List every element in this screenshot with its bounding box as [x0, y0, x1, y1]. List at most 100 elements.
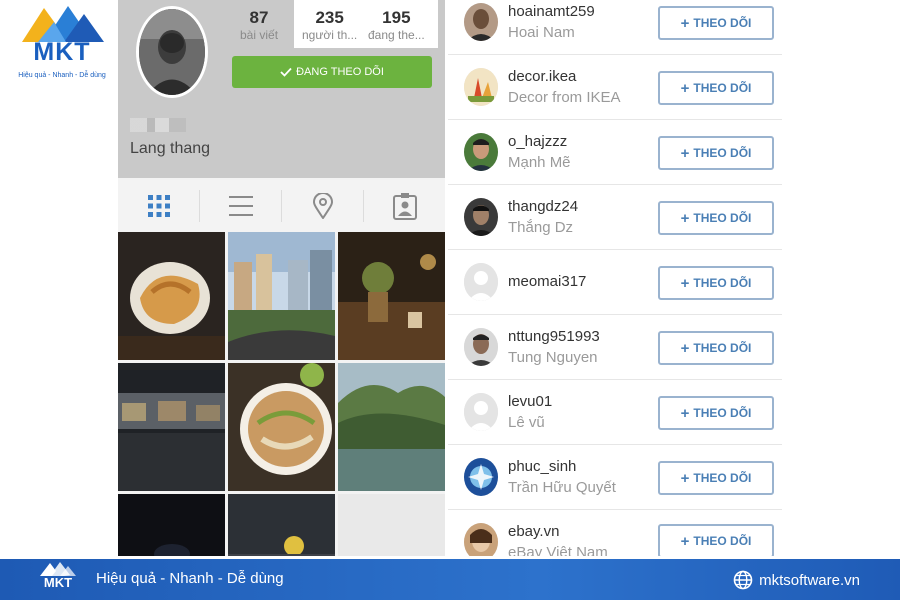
follow-button-label: THEO DÕI [693, 16, 752, 30]
footer-banner: MKT Hiệu quả - Nhanh - Dễ dùng mktsoftwa… [0, 559, 900, 600]
follow-button-label: THEO DÕI [693, 211, 752, 225]
list-item[interactable]: phuc_sinh Trần Hữu Quyết + THEO DÕI [448, 445, 782, 510]
follow-button-label: THEO DÕI [693, 471, 752, 485]
photo-tile[interactable] [338, 232, 445, 360]
username[interactable]: nttung951993 [508, 328, 600, 345]
list-icon [228, 196, 253, 216]
following-label: đang the... [368, 28, 425, 42]
follow-button[interactable]: + THEO DÕI [658, 201, 774, 235]
follow-button[interactable]: + THEO DÕI [658, 331, 774, 365]
user-avatar[interactable] [464, 133, 498, 171]
following-button-label: ĐANG THEO DÕI [296, 66, 384, 78]
photo-grid [118, 232, 445, 556]
photo-tile[interactable] [338, 363, 445, 491]
plus-icon: + [680, 209, 690, 227]
tab-grid[interactable] [118, 190, 200, 222]
tab-tagged[interactable] [364, 190, 445, 222]
list-item[interactable]: thangdz24 Thắng Dz + THEO DÕI [448, 185, 782, 250]
list-item[interactable]: o_hajzzz Mạnh Mẽ + THEO DÕI [448, 120, 782, 185]
user-avatar[interactable] [464, 523, 498, 556]
username[interactable]: thangdz24 [508, 198, 578, 215]
photo-tile[interactable] [228, 232, 335, 360]
following-button[interactable]: ĐANG THEO DÕI [232, 56, 432, 88]
followers-stat[interactable]: 235 người th... [302, 8, 357, 42]
username[interactable]: meomai317 [508, 273, 586, 290]
plus-icon: + [680, 469, 690, 487]
photo-tile[interactable] [118, 232, 225, 360]
plus-icon: + [680, 339, 690, 357]
list-item[interactable]: hoainamt259 Hoai Nam + THEO DÕI [448, 0, 782, 55]
photo-tile[interactable] [118, 494, 225, 556]
follow-button[interactable]: + THEO DÕI [658, 6, 774, 40]
followers-label: người th... [302, 28, 358, 42]
follow-button-label: THEO DÕI [693, 341, 752, 355]
profile-photo [139, 9, 205, 95]
profile-tab-bar [118, 182, 445, 230]
follow-button[interactable]: + THEO DÕI [658, 461, 774, 495]
list-item[interactable]: levu01 Lê vũ + THEO DÕI [448, 380, 782, 445]
website-link[interactable]: mktsoftware.vn [733, 570, 860, 590]
user-avatar[interactable] [464, 458, 498, 496]
full-name: Hoai Nam [508, 24, 575, 41]
list-item[interactable]: nttung951993 Tung Nguyen + THEO DÕI [448, 315, 782, 380]
profile-screen: 87 bài viết 235 người th... 195 đang the… [118, 0, 445, 556]
username[interactable]: hoainamt259 [508, 3, 595, 20]
posts-label: bài viết [240, 28, 279, 42]
banner-logo: MKT [38, 561, 78, 599]
photo-tile[interactable] [228, 363, 335, 491]
user-avatar[interactable] [464, 68, 498, 106]
tab-list[interactable] [200, 190, 282, 222]
username[interactable]: decor.ikea [508, 68, 576, 85]
plus-icon: + [680, 79, 690, 97]
username[interactable]: phuc_sinh [508, 458, 576, 475]
follow-button[interactable]: + THEO DÕI [658, 524, 774, 556]
plus-icon: + [680, 144, 690, 162]
plus-icon: + [680, 14, 690, 32]
follow-button[interactable]: + THEO DÕI [658, 71, 774, 105]
username[interactable]: levu01 [508, 393, 552, 410]
full-name: Decor from IKEA [508, 89, 621, 106]
full-name: Tung Nguyen [508, 349, 598, 366]
mkt-logo: MKT Hiệu quả - Nhanh - Dễ dùng [14, 4, 110, 88]
full-name: Lê vũ [508, 414, 545, 431]
photo-tile[interactable] [338, 494, 445, 556]
user-avatar[interactable] [464, 328, 498, 366]
banner-slogan: Hiệu quả - Nhanh - Dễ dùng [96, 570, 284, 587]
full-name: Mạnh Mẽ [508, 154, 571, 171]
logo-wordmark: MKT [33, 38, 91, 66]
following-stat[interactable]: 195 đang the... [368, 8, 425, 42]
default-avatar-icon[interactable] [464, 263, 498, 301]
full-name: Thắng Dz [508, 219, 574, 236]
list-item[interactable]: ebay.vn eBay Việt Nam + THEO DÕI [448, 510, 782, 556]
follow-button[interactable]: + THEO DÕI [658, 136, 774, 170]
user-avatar[interactable] [464, 3, 498, 41]
follow-button[interactable]: + THEO DÕI [658, 396, 774, 430]
follow-button[interactable]: + THEO DÕI [658, 266, 774, 300]
posts-stat[interactable]: 87 bài viết [240, 8, 278, 42]
photo-tile[interactable] [118, 363, 225, 491]
globe-icon [733, 570, 753, 590]
user-avatar[interactable] [464, 198, 498, 236]
full-name: Trần Hữu Quyết [508, 479, 616, 496]
tab-location[interactable] [282, 190, 364, 222]
checkmark-icon [280, 67, 292, 77]
list-item[interactable]: meomai317 + THEO DÕI [448, 250, 782, 315]
profile-bio: Lang thang [130, 140, 211, 157]
banner-logo-wordmark: MKT [43, 575, 73, 590]
followers-count: 235 [315, 8, 344, 27]
profile-header: 87 bài viết 235 người th... 195 đang the… [118, 0, 445, 178]
full-name: eBay Việt Nam [508, 544, 608, 556]
list-item[interactable]: decor.ikea Decor from IKEA + THEO DÕI [448, 55, 782, 120]
profile-avatar[interactable] [136, 6, 208, 98]
default-avatar-icon[interactable] [464, 393, 498, 431]
photo-tile[interactable] [228, 494, 335, 556]
plus-icon: + [680, 404, 690, 422]
posts-count: 87 [249, 8, 269, 27]
following-count: 195 [382, 8, 411, 27]
username[interactable]: ebay.vn [508, 523, 559, 540]
tagged-user-icon [392, 193, 417, 220]
username[interactable]: o_hajzzz [508, 133, 567, 150]
website-url: mktsoftware.vn [759, 571, 860, 589]
follow-button-label: THEO DÕI [693, 534, 752, 548]
plus-icon: + [680, 274, 690, 292]
